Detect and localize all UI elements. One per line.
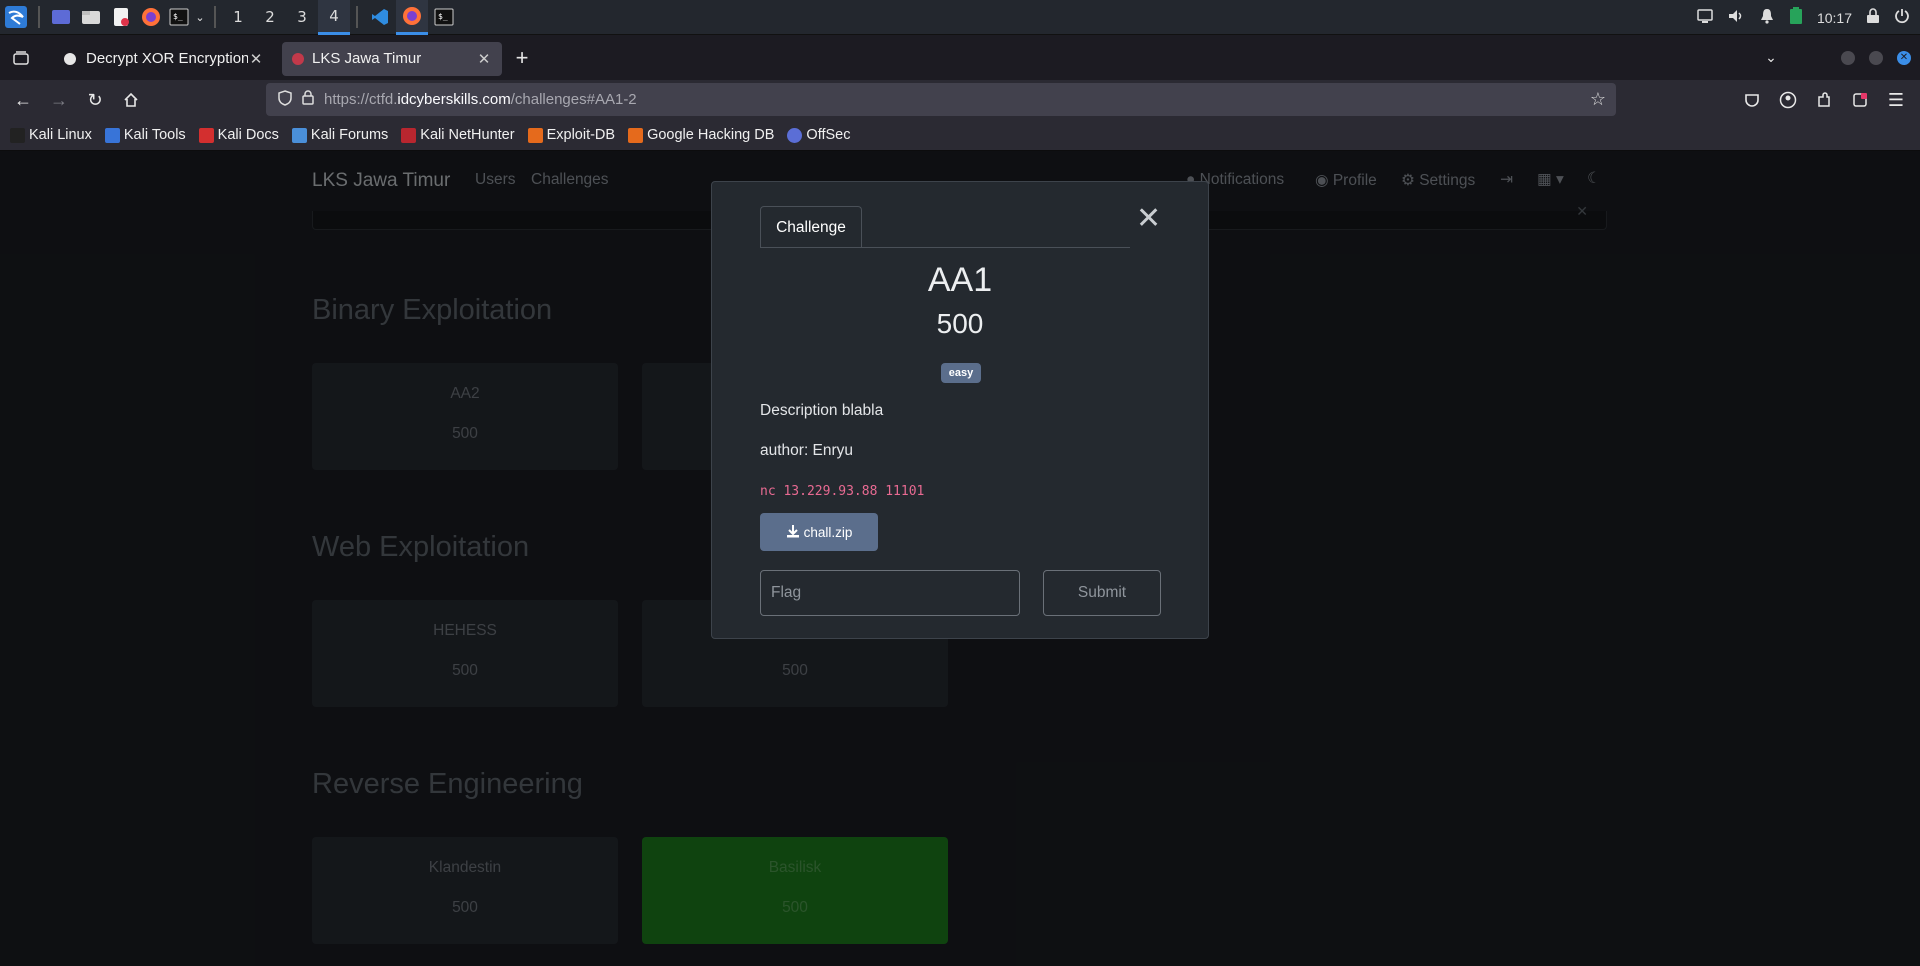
chevron-down-icon[interactable]: ⌄ xyxy=(192,0,208,35)
url-prefix: https://ctfd. xyxy=(324,91,398,108)
kali-docs-icon xyxy=(198,127,214,143)
bell-icon[interactable] xyxy=(1759,8,1775,27)
screen-icon[interactable] xyxy=(1697,9,1713,26)
firefox-icon[interactable] xyxy=(136,0,166,35)
url-domain: idcyberskills.com xyxy=(397,91,511,108)
power-icon[interactable] xyxy=(1894,8,1910,27)
challenge-modal: Challenge ✕ AA1 500 easy Description bla… xyxy=(711,181,1209,639)
tab-title: LKS Jawa Timur xyxy=(312,50,422,67)
download-file-button[interactable]: chall.zip xyxy=(760,513,878,551)
workspace-3[interactable]: 3 xyxy=(286,0,318,35)
tab-lks-jawa-timur[interactable]: LKS Jawa Timur ✕ xyxy=(282,41,502,76)
kali-dragon-icon xyxy=(10,127,25,143)
workspace-2[interactable]: 2 xyxy=(254,0,286,35)
volume-icon[interactable] xyxy=(1727,8,1745,27)
bookmark-kali-forums[interactable]: Kali Forums xyxy=(291,127,389,143)
lock-icon[interactable] xyxy=(1866,8,1880,27)
bookmark-label: Kali Tools xyxy=(123,127,186,143)
window-close-button[interactable]: ✕ xyxy=(1897,51,1911,65)
browser-nav-bar: ← → ↻ https://ctfd.idcyberskills.com/cha… xyxy=(0,80,1920,120)
file-name: chall.zip xyxy=(803,524,853,540)
bookmark-kali-linux[interactable]: Kali Linux xyxy=(10,127,92,143)
bookmark-label: Kali Forums xyxy=(310,127,389,143)
terminal-icon[interactable]: $_ xyxy=(166,0,192,35)
bookmark-label: Kali Linux xyxy=(29,127,92,143)
browser-tab-strip: Decrypt XOR Encryption ✕ LKS Jawa Timur … xyxy=(0,35,1920,80)
workspace-1[interactable]: 1 xyxy=(222,0,254,35)
tab-overview-icon[interactable] xyxy=(0,35,42,80)
menu-icon[interactable]: ☰ xyxy=(1884,82,1908,118)
vscode-icon[interactable] xyxy=(364,0,396,35)
kali-menu-icon[interactable] xyxy=(0,0,32,35)
download-icon xyxy=(786,524,800,541)
bookmark-kali-nethunter[interactable]: Kali NetHunter xyxy=(401,127,515,143)
files-icon[interactable] xyxy=(76,0,106,35)
bookmark-label: Kali Docs xyxy=(217,127,279,143)
os-taskbar: $_ ⌄ 1 2 3 4 $_ 10:17 xyxy=(0,0,1920,35)
new-tab-button[interactable]: + xyxy=(502,35,542,80)
exploit-db-icon xyxy=(527,127,543,143)
challenge-author: author: Enryu xyxy=(760,442,854,459)
tab-decrypt-xor[interactable]: Decrypt XOR Encryption ✕ xyxy=(52,42,274,76)
offsec-icon xyxy=(787,127,803,143)
clock[interactable]: 10:17 xyxy=(1817,10,1852,26)
bookmarks-bar: Kali Linux Kali Tools Kali Docs Kali For… xyxy=(0,120,1920,151)
submit-button[interactable]: Submit xyxy=(1043,570,1161,616)
bookmark-exploit-db[interactable]: Exploit-DB xyxy=(527,127,616,143)
text-editor-icon[interactable] xyxy=(106,0,136,35)
url-bar[interactable]: https://ctfd.idcyberskills.com/challenge… xyxy=(266,83,1616,116)
tab-title: Decrypt XOR Encryption xyxy=(86,50,248,67)
pocket-icon[interactable] xyxy=(1740,82,1764,118)
extensions-icon[interactable] xyxy=(1812,82,1836,118)
container-icon[interactable] xyxy=(1848,82,1872,118)
bookmark-kali-tools[interactable]: Kali Tools xyxy=(104,127,186,143)
tab-challenge[interactable]: Challenge xyxy=(760,206,862,248)
bookmark-kali-docs[interactable]: Kali Docs xyxy=(198,127,279,143)
challenge-description: Description blabla xyxy=(760,402,884,419)
bookmark-offsec[interactable]: OffSec xyxy=(787,127,850,143)
github-favicon-icon xyxy=(62,50,78,67)
terminal-running-icon[interactable]: $_ xyxy=(428,0,460,35)
reload-icon[interactable]: ↻ xyxy=(77,82,113,118)
firefox-running-icon[interactable] xyxy=(396,0,428,35)
svg-text:$_: $_ xyxy=(438,12,448,21)
desktop-icon[interactable] xyxy=(46,0,76,35)
bookmark-label: OffSec xyxy=(806,127,851,143)
close-icon[interactable]: ✕ xyxy=(1136,201,1161,236)
ghdb-icon xyxy=(628,127,644,143)
battery-icon xyxy=(1789,7,1803,28)
forward-arrow-icon[interactable]: → xyxy=(41,82,77,118)
close-icon[interactable]: ✕ xyxy=(476,50,492,68)
svg-text:$_: $_ xyxy=(173,12,183,21)
lock-icon[interactable] xyxy=(302,90,314,109)
url-text[interactable]: https://ctfd.idcyberskills.com/challenge… xyxy=(324,91,637,108)
workspace-4[interactable]: 4 xyxy=(318,0,350,35)
kali-forums-icon xyxy=(291,127,307,143)
connection-info: nc 13.229.93.88 11101 xyxy=(760,484,925,499)
system-tray: 10:17 xyxy=(1697,0,1920,35)
ctfd-favicon-icon xyxy=(292,52,304,65)
challenge-points: 500 xyxy=(936,308,984,339)
bookmark-star-icon[interactable]: ☆ xyxy=(1590,89,1606,110)
nethunter-icon xyxy=(401,127,417,143)
kali-tools-icon xyxy=(104,127,120,143)
window-maximize-button[interactable] xyxy=(1869,51,1883,65)
challenge-title: AA1 xyxy=(927,261,993,299)
home-icon[interactable] xyxy=(113,82,149,118)
window-minimize-button[interactable] xyxy=(1841,51,1855,65)
close-icon[interactable]: ✕ xyxy=(248,50,264,68)
bookmark-google-hacking-db[interactable]: Google Hacking DB xyxy=(628,127,774,143)
url-path: /challenges#AA1-2 xyxy=(510,91,637,108)
tab-divider xyxy=(760,247,1130,248)
tracking-shield-icon[interactable] xyxy=(278,89,292,110)
bookmark-label: Google Hacking DB xyxy=(647,127,775,143)
flag-input[interactable] xyxy=(760,570,1020,616)
list-all-tabs-icon[interactable]: ⌄ xyxy=(1756,35,1786,80)
account-icon[interactable] xyxy=(1776,82,1800,118)
bookmark-label: Exploit-DB xyxy=(546,127,616,143)
difficulty-badge: easy xyxy=(941,363,981,383)
back-arrow-icon[interactable]: ← xyxy=(5,82,41,118)
bookmark-label: Kali NetHunter xyxy=(420,127,515,143)
